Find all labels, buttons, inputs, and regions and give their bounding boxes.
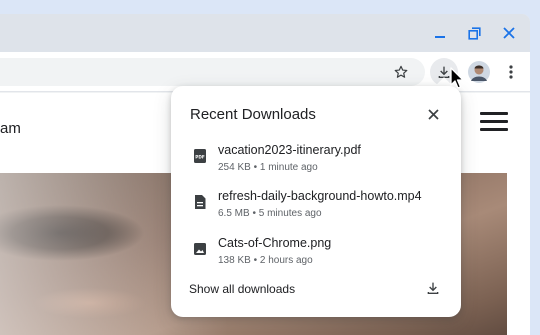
title-bar <box>0 14 530 52</box>
download-filename: Cats-of-Chrome.png <box>218 236 332 250</box>
svg-text:PDF: PDF <box>195 155 205 160</box>
close-icon[interactable] <box>422 103 444 125</box>
more-vert-icon[interactable] <box>497 58 525 86</box>
download-icon[interactable] <box>425 280 441 298</box>
star-icon[interactable] <box>387 58 415 86</box>
close-window-icon[interactable] <box>497 22 521 44</box>
mouse-cursor-icon <box>450 67 466 91</box>
show-all-downloads-link[interactable]: Show all downloads <box>189 282 295 296</box>
download-meta: 138 KB • 2 hours ago <box>218 255 313 266</box>
minimize-icon[interactable] <box>428 22 452 44</box>
hamburger-icon[interactable] <box>480 112 508 132</box>
restore-icon[interactable] <box>462 22 486 44</box>
download-filename: vacation2023-itinerary.pdf <box>218 143 361 157</box>
download-item[interactable]: refresh-daily-background-howto.mp4 6.5 M… <box>171 187 461 231</box>
bubble-title: Recent Downloads <box>190 106 316 123</box>
file-icon <box>193 194 207 210</box>
image-icon <box>193 241 207 257</box>
download-meta: 254 KB • 1 minute ago <box>218 162 318 173</box>
download-meta: 6.5 MB • 5 minutes ago <box>218 208 322 219</box>
download-item[interactable]: PDF vacation2023-itinerary.pdf 254 KB • … <box>171 141 461 185</box>
avatar[interactable] <box>465 58 493 86</box>
download-item[interactable]: Cats-of-Chrome.png 138 KB • 2 hours ago <box>171 234 461 278</box>
site-title-fragment: am <box>0 120 21 137</box>
downloads-bubble: Recent Downloads PDF vacation2023-itiner… <box>171 86 461 317</box>
pdf-icon: PDF <box>193 148 207 164</box>
download-filename: refresh-daily-background-howto.mp4 <box>218 189 422 203</box>
address-bar[interactable] <box>0 58 425 86</box>
